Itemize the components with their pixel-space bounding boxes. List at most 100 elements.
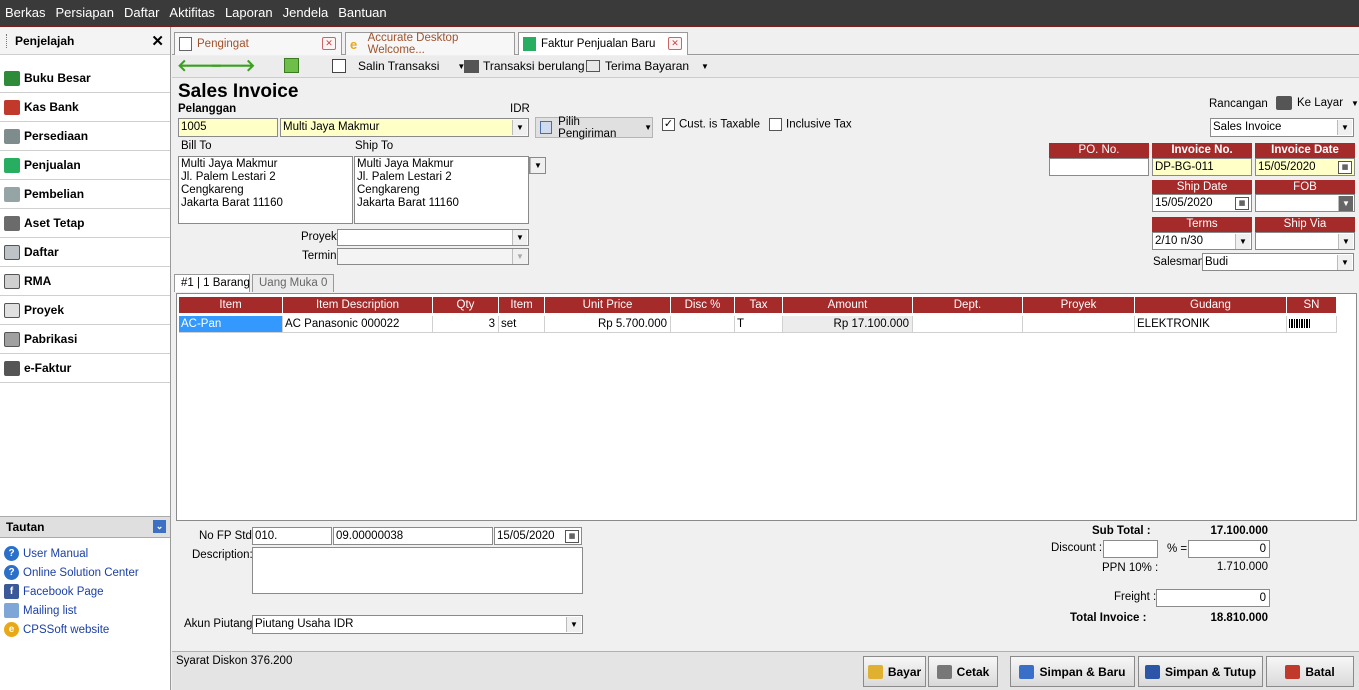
grid-header-description[interactable]: Item Description — [283, 297, 433, 313]
calendar-icon[interactable]: ▦ — [565, 530, 579, 543]
grid-cell-disc[interactable] — [671, 316, 735, 333]
fob-select[interactable]: ▼ — [1255, 194, 1355, 212]
link-facebook[interactable]: f Facebook Page — [0, 582, 170, 601]
close-icon[interactable]: ✕ — [668, 37, 682, 50]
link-mailing-list[interactable]: Mailing list — [0, 601, 170, 620]
description-field[interactable] — [252, 547, 583, 594]
invoice-date-field[interactable]: 15/05/2020 ▦ — [1255, 158, 1355, 176]
freight-field[interactable]: 0 — [1156, 589, 1270, 607]
cust-taxable-checkbox[interactable]: ✓ Cust. is Taxable — [662, 118, 760, 131]
bayar-button[interactable]: Bayar — [863, 656, 926, 687]
calendar-icon[interactable]: ▦ — [1235, 197, 1249, 210]
sidebar-item-buku-besar[interactable]: Buku Besar — [0, 64, 170, 93]
tab-welcome[interactable]: e Accurate Desktop Welcome... — [345, 32, 515, 56]
grid-cell-dept[interactable] — [913, 316, 1023, 333]
menu-jendela[interactable]: Jendela — [283, 5, 329, 20]
grid-header-sn[interactable]: SN — [1287, 297, 1337, 313]
grid-cell-sn[interactable] — [1287, 316, 1337, 333]
sidebar-item-daftar[interactable]: Daftar — [0, 238, 170, 267]
copy-icon[interactable] — [284, 58, 299, 73]
grid-header-unit-price[interactable]: Unit Price — [545, 297, 671, 313]
sidebar-item-kas-bank[interactable]: Kas Bank — [0, 93, 170, 122]
menu-aktifitas[interactable]: Aktifitas — [169, 5, 215, 20]
grid-cell-qty[interactable]: 3 — [433, 316, 499, 333]
tab-faktur-penjualan[interactable]: Faktur Penjualan Baru ✕ — [518, 32, 688, 55]
grid-header-proyek[interactable]: Proyek — [1023, 297, 1135, 313]
grid-header-item[interactable]: Item — [179, 297, 283, 313]
proyek-select[interactable]: ▼ — [337, 229, 529, 246]
grid-cell-unit-price[interactable]: Rp 5.700.000 — [545, 316, 671, 333]
grid-header-unit[interactable]: Item Unit — [499, 297, 545, 327]
link-cpssoft[interactable]: e CPSSoft website — [0, 620, 170, 639]
menu-daftar[interactable]: Daftar — [124, 5, 159, 20]
tab-pengingat[interactable]: Pengingat ✕ — [174, 32, 342, 55]
grid-header-amount[interactable]: Amount — [783, 297, 913, 313]
discount-value-field[interactable]: 0 — [1188, 540, 1270, 558]
sidebar-item-persediaan[interactable]: Persediaan — [0, 122, 170, 151]
inclusive-tax-checkbox[interactable]: Inclusive Tax — [769, 118, 852, 131]
sidebar-item-pembelian[interactable]: Pembelian — [0, 180, 170, 209]
checkbox-checked[interactable]: ✓ — [662, 118, 675, 131]
link-online-solution[interactable]: ? Online Solution Center — [0, 563, 170, 582]
grid-cell-gudang[interactable]: ELEKTRONIK — [1135, 316, 1287, 333]
menu-bantuan[interactable]: Bantuan — [338, 5, 386, 20]
sidebar-item-pabrikasi[interactable]: Pabrikasi — [0, 325, 170, 354]
calendar-icon[interactable]: ▦ — [1338, 161, 1352, 174]
no-fp-label: No FP Std — [199, 530, 252, 542]
sidebar-item-penjualan[interactable]: Penjualan — [0, 151, 170, 180]
fp-number-field[interactable]: 09.00000038 — [333, 527, 493, 545]
simpan-tutup-button[interactable]: Simpan & Tutup — [1138, 656, 1263, 687]
pilih-pengiriman-button[interactable]: Pilih Pengiriman ▼ — [535, 116, 653, 140]
simpan-baru-button[interactable]: Simpan & Baru — [1010, 656, 1135, 687]
batal-button[interactable]: Batal — [1266, 656, 1354, 687]
tab-barang[interactable]: #1 | 1 Barang — [174, 274, 250, 292]
termin-select[interactable]: ▼ — [337, 248, 529, 265]
terms-select[interactable]: 2/10 n/30 ▼ — [1152, 232, 1252, 250]
grid-cell-proyek[interactable] — [1023, 316, 1135, 333]
ship-date-field[interactable]: 15/05/2020 ▦ — [1152, 194, 1252, 212]
ship-via-select[interactable]: ▼ — [1255, 232, 1355, 250]
customer-code-field[interactable]: 1005 — [178, 118, 278, 137]
bill-to-address[interactable]: Multi Jaya Makmur Jl. Palem Lestari 2 Ce… — [178, 156, 353, 224]
grid-header-tax[interactable]: Tax — [735, 297, 783, 313]
fp-prefix-field[interactable]: 010. — [252, 527, 332, 545]
cetak-button[interactable]: Cetak — [928, 656, 998, 687]
menu-berkas[interactable]: Berkas — [5, 5, 45, 20]
sidebar-item-rma[interactable]: RMA — [0, 267, 170, 296]
link-user-manual[interactable]: ? User Manual — [0, 544, 170, 563]
checkbox-unchecked[interactable] — [769, 118, 782, 131]
ship-to-address[interactable]: Multi Jaya Makmur Jl. Palem Lestari 2 Ce… — [354, 156, 529, 224]
grid-cell-unit[interactable]: set — [499, 316, 545, 333]
sidebar-item-proyek[interactable]: Proyek — [0, 296, 170, 325]
transaksi-berulang-button[interactable]: Transaksi berulang — [464, 59, 585, 73]
close-icon[interactable]: ✕ — [322, 37, 336, 50]
salesman-select[interactable]: Budi ▼ — [1202, 253, 1354, 271]
terima-bayaran-button[interactable]: Terima Bayaran ▼ — [586, 59, 709, 73]
salin-transaksi-button[interactable]: Salin Transaksi ▼ — [332, 59, 465, 73]
chevron-down-icon[interactable]: ⌄ — [153, 520, 166, 533]
grid-cell-description[interactable]: AC Panasonic 000022 — [283, 316, 433, 333]
ship-to-dropdown[interactable]: ▼ — [529, 157, 546, 174]
grid-cell-item[interactable]: AC-Pan — [179, 316, 283, 333]
rancangan-select[interactable]: Sales Invoice ▼ — [1210, 118, 1354, 137]
sidebar-item-aset-tetap[interactable]: Aset Tetap — [0, 209, 170, 238]
sidebar-item-e-faktur[interactable]: e-Faktur — [0, 354, 170, 383]
ke-layar-button[interactable]: Ke Layar ▼ — [1276, 96, 1359, 110]
discount-percent-field[interactable] — [1103, 540, 1158, 558]
tab-uang-muka[interactable]: Uang Muka 0 — [252, 274, 334, 292]
grid-cell-tax[interactable]: T — [735, 316, 783, 333]
menu-persiapan[interactable]: Persiapan — [55, 5, 114, 20]
po-no-field[interactable] — [1049, 158, 1149, 176]
fp-date-field[interactable]: 15/05/2020 ▦ — [494, 527, 582, 545]
invoice-no-field[interactable]: DP-BG-011 — [1152, 158, 1252, 176]
grid-header-gudang[interactable]: Gudang — [1135, 297, 1287, 313]
grid-header-disc[interactable]: Disc % — [671, 297, 735, 313]
akun-piutang-select[interactable]: Piutang Usaha IDR ▼ — [252, 615, 583, 634]
grid-header-qty[interactable]: Qty — [433, 297, 499, 313]
close-icon[interactable]: ✕ — [151, 32, 164, 50]
chevron-down-icon[interactable]: ▼ — [512, 120, 527, 135]
customer-name-select[interactable]: Multi Jaya Makmur ▼ — [280, 118, 529, 137]
grid-header-dept[interactable]: Dept. — [913, 297, 1023, 313]
menu-laporan[interactable]: Laporan — [225, 5, 273, 20]
forward-arrow-icon[interactable]: 🡒 — [210, 56, 256, 76]
